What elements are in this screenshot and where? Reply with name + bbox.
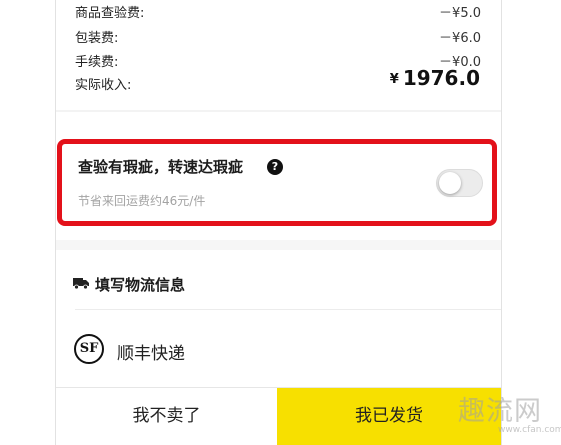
fee-row-inspection: 商品查验费: －¥5.0 [75, 2, 485, 22]
bottom-action-bar: 我不卖了 我已发货 [56, 387, 501, 445]
income-value: 1976.0 [402, 66, 480, 90]
fee-label: 包装费: [75, 31, 119, 46]
defect-option-title: 查验有瑕疵，转速达瑕疵 [78, 158, 244, 176]
logistics-title: 填写物流信息 [95, 276, 186, 294]
section-divider [56, 240, 501, 250]
defect-option-subtitle: 节省来回运费约46元/件 [78, 194, 206, 208]
section-divider [56, 110, 501, 112]
watermark-text: 趣流网 [458, 396, 542, 427]
fee-label: 商品查验费: [75, 6, 145, 21]
courier-name[interactable]: 顺丰快递 [117, 339, 185, 364]
fee-label: 手续费: [75, 55, 119, 70]
watermark-logo: 趣流网 www.cfan.com [458, 385, 561, 441]
left-background [0, 0, 55, 445]
sf-logo-icon: SF [74, 334, 104, 364]
watermark-url: www.cfan.com [498, 425, 561, 435]
highlight-annotation [57, 139, 497, 226]
truck-icon [73, 278, 89, 289]
defect-toggle[interactable] [436, 169, 483, 197]
currency-symbol: ¥ [389, 72, 399, 87]
fee-amount: －¥5.0 [439, 6, 481, 21]
toggle-knob [439, 172, 461, 194]
decline-button[interactable]: 我不卖了 [56, 388, 277, 445]
right-background [502, 0, 561, 445]
fee-amount: －¥6.0 [439, 31, 481, 46]
income-label: 实际收入: [75, 78, 132, 93]
income-amount: ¥1976.0 [390, 66, 480, 90]
divider [75, 309, 501, 310]
fee-row-packaging: 包装费: －¥6.0 [75, 27, 485, 47]
help-icon[interactable]: ? [267, 159, 283, 175]
